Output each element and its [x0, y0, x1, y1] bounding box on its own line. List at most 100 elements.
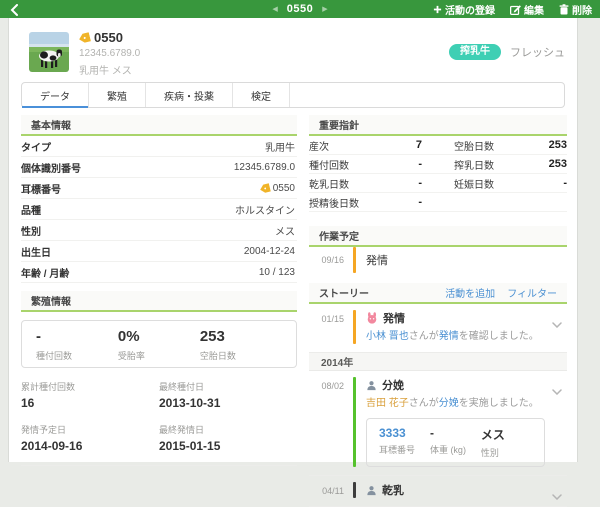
detail-last-insemination: 最終種付日 2013-10-31: [159, 380, 297, 410]
chevron-down-icon[interactable]: [552, 487, 562, 505]
edit-button[interactable]: 編集: [510, 2, 544, 17]
stat-value: 0%: [118, 329, 200, 346]
back-icon[interactable]: [10, 3, 18, 21]
add-activity-label: 活動の登録: [445, 2, 495, 17]
entry-date: 01/15: [309, 310, 353, 344]
work-schedule-title: 作業予定: [319, 228, 359, 243]
entry-event-name: 発情: [383, 310, 405, 326]
detail-label: 最終発情日: [159, 423, 297, 436]
indicator-value: 253: [549, 158, 567, 170]
row-label: 耳標番号: [21, 181, 61, 196]
key-indicators-title: 重要指針: [319, 117, 359, 132]
actor-link[interactable]: 吉田 花子: [366, 398, 409, 409]
table-row: 年齢 / 月齢 10 / 123: [21, 262, 297, 283]
work-schedule-header: 作業予定: [309, 226, 567, 247]
table-row: 品種 ホルスタイン: [21, 199, 297, 220]
table-row: 出生日 2004-12-24: [21, 241, 297, 262]
estrus-icon: [366, 312, 378, 324]
indicator-value: -: [418, 158, 422, 170]
trash-icon: [559, 4, 569, 15]
calf-tag-link[interactable]: 3333: [379, 426, 430, 440]
entry-text-tail: を実施しました。: [459, 398, 539, 409]
indicator-value: -: [563, 177, 567, 189]
schedule-date: 09/16: [309, 255, 353, 265]
event-link[interactable]: 発情: [439, 331, 459, 342]
detail-label: 発情予定日: [21, 423, 159, 436]
stat-conception-rate: 0% 受胎率: [118, 329, 200, 359]
status-badge: 搾乳牛: [449, 44, 501, 60]
cow-photo[interactable]: [29, 32, 69, 72]
story-entry-dryoff: 04/11 乾乳: [309, 476, 567, 507]
table-row: タイプ 乳用牛: [21, 136, 297, 157]
entry-event-name: 乾乳: [382, 482, 404, 498]
breeding-details: 累計種付回数 16 最終種付日 2013-10-31 発情予定日 2014-09…: [21, 380, 297, 453]
calf-sex: メス 性別: [481, 426, 532, 459]
event-link[interactable]: 分娩: [439, 398, 459, 409]
work-schedule-section: 作業予定 09/16 発情: [309, 226, 567, 273]
animal-profile-header: 0550 12345.6789.0 乳用牛 メス 搾乳牛 フレッシュ: [21, 30, 565, 82]
chevron-down-icon[interactable]: [552, 382, 562, 400]
animal-identity: 0550 12345.6789.0 乳用牛 メス: [79, 30, 140, 77]
table-row: 種付回数- 搾乳日数253: [309, 155, 567, 174]
delete-button[interactable]: 削除: [559, 2, 592, 17]
row-value: 2004-12-24: [244, 246, 295, 257]
stat-open-days: 253 空胎日数: [200, 329, 282, 359]
indicator-value: 253: [549, 139, 567, 151]
tab-breeding[interactable]: 繁殖: [89, 83, 146, 107]
entry-event-name: 分娩: [382, 377, 404, 393]
chevron-down-icon[interactable]: [552, 315, 562, 333]
filter-link[interactable]: フィルター: [507, 285, 557, 300]
calf-value: メス: [481, 426, 532, 443]
pager-next-icon[interactable]: ▶: [322, 5, 327, 13]
animal-detail-card: 0550 12345.6789.0 乳用牛 メス 搾乳牛 フレッシュ データ 繁…: [8, 18, 578, 462]
person-icon: [366, 485, 377, 496]
calf-label: 耳標番号: [379, 443, 430, 456]
edit-label: 編集: [524, 2, 544, 17]
indicator-value: -: [418, 177, 422, 189]
row-value: 10 / 123: [259, 267, 295, 278]
story-section: ストーリー 活動を追加 フィルター 01/15 発情 小林 晋也さんが発情を確認…: [309, 283, 567, 507]
schedule-item[interactable]: 09/16 発情: [309, 247, 567, 273]
breeding-info-title: 繁殖情報: [31, 293, 71, 308]
tab-disease-medication[interactable]: 疾病・投薬: [146, 83, 233, 107]
basic-info-title: 基本情報: [31, 117, 71, 132]
row-value: ホルスタイン: [235, 202, 295, 217]
add-activity-link[interactable]: 活動を追加: [445, 285, 495, 300]
year-divider: 2014年: [309, 353, 567, 371]
right-column: 重要指針 産次7 空胎日数253 種付回数- 搾乳日数253 乾乳日数- 妊娠日…: [309, 115, 567, 507]
add-activity-button[interactable]: 活動の登録: [433, 2, 495, 17]
indicator-label: 乾乳日数: [309, 176, 349, 191]
stat-value: 253: [200, 329, 282, 346]
calf-info-box: 3333 耳標番号 - 体重 (kg) メス 性別: [366, 418, 545, 467]
table-row: 個体識別番号 12345.6789.0: [21, 157, 297, 178]
edit-icon: [510, 4, 521, 15]
row-value: 乳用牛: [265, 139, 295, 154]
row-label: 年齢 / 月齢: [21, 265, 69, 280]
detail-value: 2014-09-16: [21, 439, 159, 453]
calf-ear-tag: 3333 耳標番号: [379, 426, 430, 459]
delete-label: 削除: [572, 2, 592, 17]
indicator-label: 産次: [309, 138, 329, 153]
indicator-value: -: [418, 196, 422, 208]
row-label: 品種: [21, 202, 41, 217]
breeding-info-header: 繁殖情報: [21, 291, 297, 312]
detail-estrus-due: 発情予定日 2014-09-16: [21, 423, 159, 453]
entry-description: 吉田 花子さんが分娩を実施しました。: [366, 397, 545, 411]
indicator-label: 妊娠日数: [454, 176, 494, 191]
entry-date: 04/11: [309, 482, 353, 498]
stat-label: 空胎日数: [200, 349, 282, 362]
detail-value: 2013-10-31: [159, 396, 297, 410]
row-value: 0550: [260, 183, 295, 194]
detail-value: 16: [21, 396, 159, 410]
actor-link[interactable]: 小林 晋也: [366, 331, 409, 342]
story-entry-estrus: 01/15 発情 小林 晋也さんが発情を確認しました。: [309, 304, 567, 353]
pager-prev-icon[interactable]: ◀: [272, 5, 277, 13]
stat-label: 種付回数: [36, 349, 118, 362]
key-indicators-table: 産次7 空胎日数253 種付回数- 搾乳日数253 乾乳日数- 妊娠日数- 授精…: [309, 136, 567, 212]
basic-info-header: 基本情報: [21, 115, 297, 136]
tab-data[interactable]: データ: [22, 83, 89, 107]
indicator-label: 種付回数: [309, 157, 349, 172]
tab-inspection[interactable]: 検定: [233, 83, 290, 107]
table-row: 乾乳日数 - 妊娠日数 -: [309, 174, 567, 193]
schedule-event-label: 発情: [356, 252, 388, 268]
